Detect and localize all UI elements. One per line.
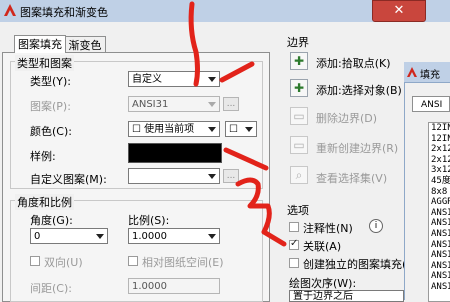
draw-order-label: 绘图次序(W): — [289, 277, 357, 290]
recreate-boundary-button[interactable]: 重新创建边界(R) — [316, 140, 398, 156]
pattern-list-item[interactable]: 8x8 — [429, 187, 450, 198]
pattern-list[interactable]: 12IN12IN2x122x123x1245度8x8AGGRANSIANSIAN… — [428, 122, 450, 302]
associative-checkbox[interactable] — [289, 238, 299, 250]
options-title: 选项 — [287, 204, 309, 217]
scale-label: 比例(S): — [128, 214, 170, 227]
type-label: 类型(Y): — [30, 75, 72, 88]
swatch-preview[interactable] — [128, 143, 222, 163]
background-color-value: ☐ — [229, 124, 238, 135]
boundary-title: 边界 — [287, 36, 309, 49]
pattern-list-item[interactable]: 2x12 — [429, 155, 450, 166]
scale-dropdown[interactable]: 1.0000 — [128, 228, 220, 244]
spacing-label: 间距(C): — [30, 282, 72, 295]
double-checkbox[interactable] — [30, 256, 40, 266]
pattern-list-item[interactable]: AGGR — [429, 197, 450, 208]
pattern-list-item[interactable]: 2x12 — [429, 144, 450, 155]
color-dropdown[interactable]: ☐ 使用当前项 — [128, 121, 220, 137]
relative-paper-space-checkbox[interactable] — [128, 256, 138, 266]
annotative-checkbox[interactable] — [289, 222, 299, 232]
pattern-list-item[interactable]: ANSI — [429, 208, 450, 219]
chevron-down-icon — [208, 174, 216, 179]
spacing-value: 1.0000 — [132, 281, 167, 292]
palette-title: 填充 — [420, 70, 440, 81]
color-label: 颜色(C): — [30, 125, 72, 138]
remove-boundary-button[interactable]: 删除边界(D) — [316, 110, 377, 126]
palette-title-bar: 填充 — [404, 62, 450, 83]
color-value: ☐ 使用当前项 — [132, 124, 195, 135]
annotative-label: 注释性(N) — [303, 222, 353, 235]
chevron-down-icon — [208, 234, 216, 239]
palette-tab-ansi[interactable]: ANSI — [412, 96, 450, 112]
pattern-list-item[interactable]: 12IN — [429, 123, 450, 134]
independent-hatch-label: 创建独立的图案填充(H) — [303, 258, 419, 271]
pattern-value: ANSI31 — [132, 99, 169, 110]
angle-scale-group-title: 角度和比例 — [15, 194, 74, 210]
background-color-dropdown[interactable]: ☐ — [225, 121, 257, 137]
window-title: 图案填充和渐变色 — [20, 6, 108, 19]
chevron-down-icon — [96, 234, 104, 239]
recreate-boundary-icon[interactable]: ▭ — [290, 136, 308, 154]
add-select-objects-icon[interactable]: ✚ — [290, 79, 308, 97]
pattern-list-item[interactable]: 12IN — [429, 134, 450, 145]
close-button[interactable]: ✕ — [372, 0, 426, 22]
pattern-list-item[interactable]: ANSI — [429, 229, 450, 240]
chevron-down-icon — [208, 127, 216, 132]
info-icon[interactable]: i — [369, 219, 383, 233]
pattern-browse-button[interactable]: ... — [223, 97, 239, 111]
autocad-app-icon — [407, 67, 417, 77]
add-pick-points-button[interactable]: 添加:拾取点(K) — [316, 55, 391, 71]
magnifier-icon[interactable]: ⌕ — [290, 166, 308, 184]
add-pick-points-icon[interactable]: ✚ — [290, 52, 308, 70]
relative-paper-space-label: 相对图纸空间(E) — [142, 256, 224, 269]
angle-dropdown[interactable]: 0 — [30, 228, 108, 244]
chevron-down-icon — [208, 77, 216, 82]
pattern-list-item[interactable]: ANSI — [429, 218, 450, 229]
custom-pattern-label: 自定义图案(M): — [30, 173, 107, 186]
title-bar: 图案填充和渐变色 ✕ — [0, 0, 450, 23]
draw-order-dropdown[interactable]: 置于边界之后 — [289, 290, 404, 302]
chevron-down-icon — [208, 102, 216, 107]
type-dropdown[interactable]: 自定义 — [128, 71, 220, 87]
remove-boundary-icon[interactable]: ▭ — [290, 107, 308, 125]
pattern-list-item[interactable]: ANSI — [429, 282, 450, 293]
pattern-label: 图案(P): — [30, 100, 71, 113]
swatch-label: 样例: — [30, 150, 56, 163]
pattern-list-item[interactable]: 3x12 — [429, 165, 450, 176]
pattern-list-item[interactable]: ANSI — [429, 261, 450, 272]
angle-label: 角度(G): — [30, 214, 73, 227]
pattern-list-item[interactable]: 45度 — [429, 176, 450, 187]
add-select-objects-button[interactable]: 添加:选择对象(B) — [316, 82, 402, 98]
associative-label: 关联(A) — [303, 240, 342, 253]
draw-order-value: 置于边界之后 — [293, 291, 353, 302]
autocad-app-icon — [4, 4, 16, 16]
scale-value: 1.0000 — [132, 231, 167, 242]
chevron-down-icon — [245, 127, 253, 132]
double-label: 双向(U) — [44, 256, 83, 269]
custom-pattern-browse-button[interactable]: ... — [223, 169, 239, 183]
tab-hatch[interactable]: 图案填充 — [14, 35, 66, 53]
independent-hatch-checkbox[interactable] — [289, 258, 299, 268]
view-selections-button[interactable]: 查看选择集(V) — [316, 170, 387, 186]
pattern-dropdown[interactable]: ANSI31 — [128, 96, 220, 112]
pattern-list-item[interactable]: ANSI — [429, 240, 450, 251]
type-value: 自定义 — [132, 74, 162, 85]
pattern-list-item[interactable]: ANSI — [429, 250, 450, 261]
angle-value: 0 — [34, 231, 41, 242]
pattern-list-item[interactable]: ANSI — [429, 271, 450, 282]
type-pattern-group-title: 类型和图案 — [15, 55, 74, 71]
custom-pattern-dropdown[interactable] — [128, 168, 220, 184]
spacing-field[interactable]: 1.0000 — [128, 278, 220, 294]
